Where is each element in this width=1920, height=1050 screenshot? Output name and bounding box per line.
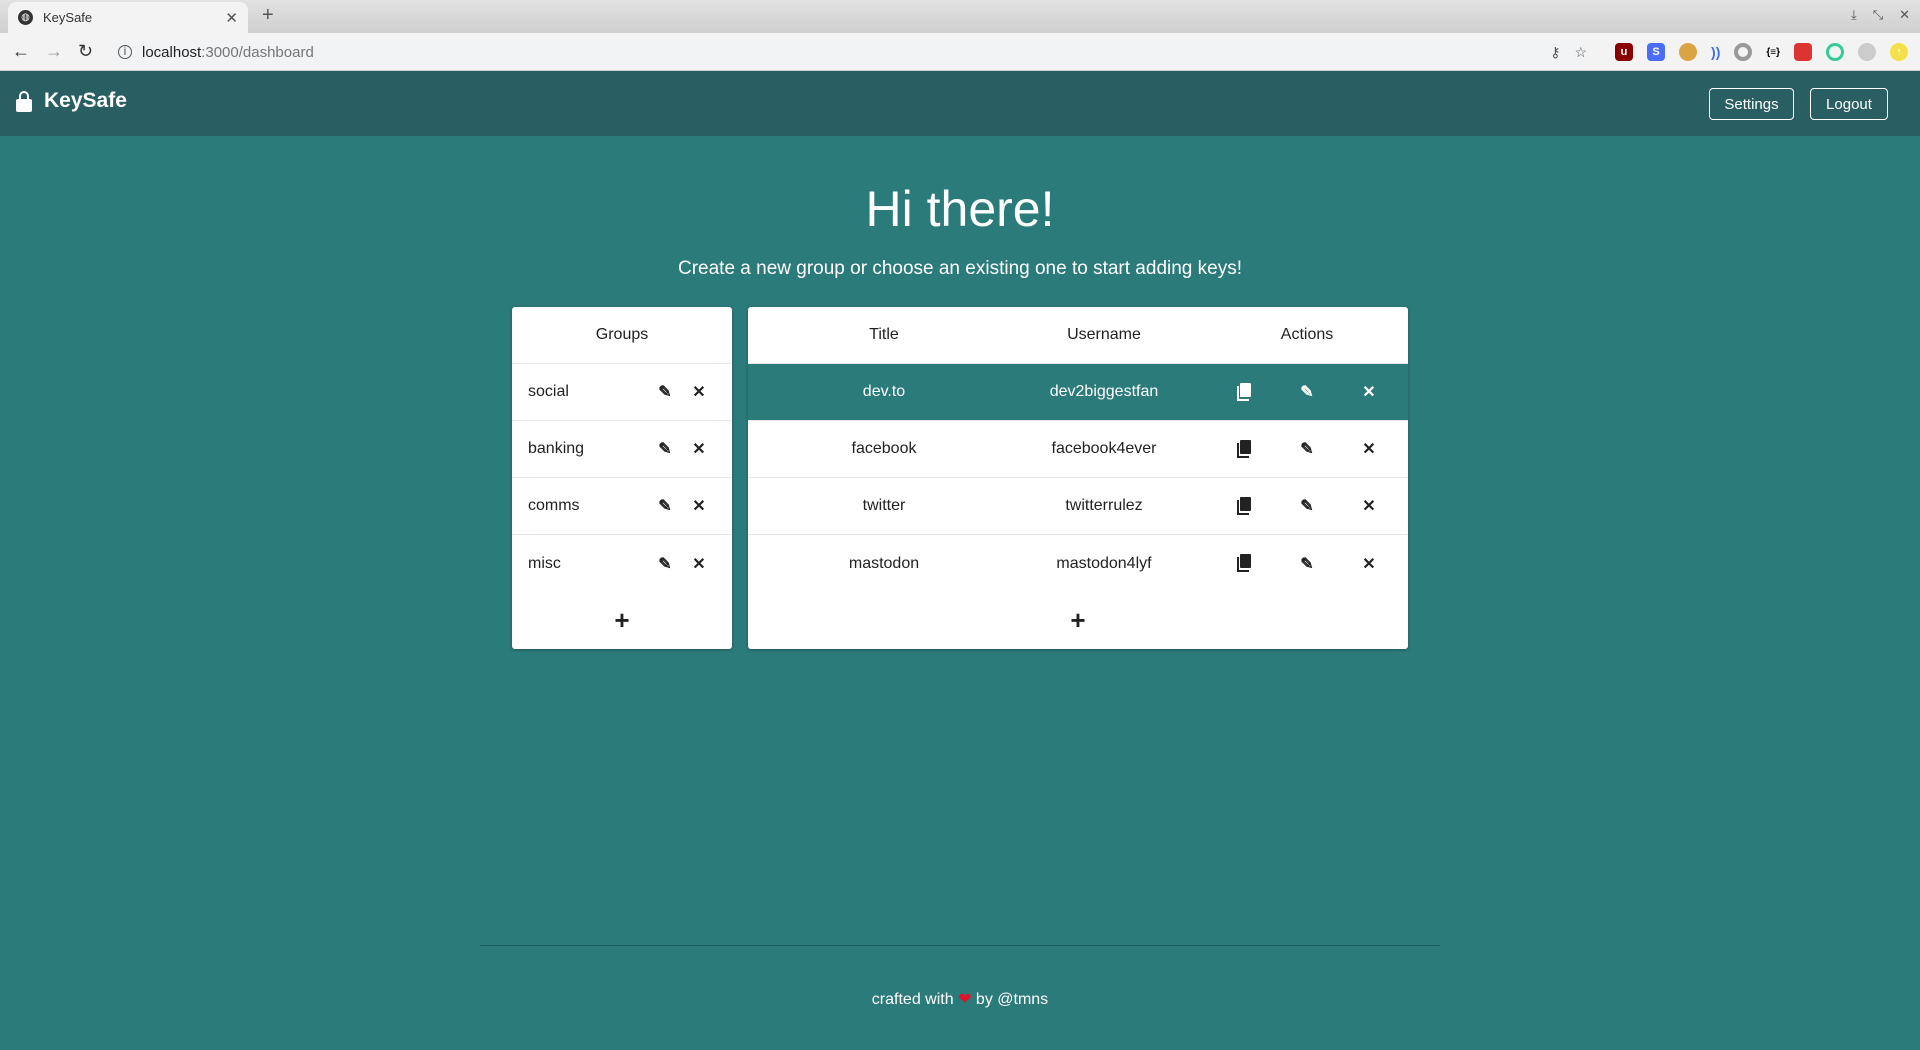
info-icon[interactable]: i bbox=[118, 45, 132, 59]
footer-text: crafted with bbox=[871, 991, 954, 1008]
key-title: twitter bbox=[862, 497, 906, 514]
key-row[interactable]: facebook facebook4ever ✎ ✕ bbox=[748, 421, 1408, 478]
extension-red-icon[interactable] bbox=[1794, 43, 1812, 61]
group-name: banking bbox=[528, 440, 585, 457]
keys-card: Title Username Actions dev.to dev2bigges… bbox=[748, 307, 1408, 649]
lock-icon bbox=[16, 90, 32, 112]
key-username: mastodon4lyf bbox=[1056, 554, 1152, 572]
edit-icon[interactable]: ✎ bbox=[648, 496, 682, 516]
json-icon[interactable]: {≡} bbox=[1766, 47, 1780, 58]
browser-tabbar: ◍ KeySafe ✕ + ⤓ ⤡ ✕ bbox=[0, 0, 1920, 33]
address-bar-area: ← → ↻ i localhost:3000/dashboard ⚷ ☆ u S… bbox=[0, 33, 1920, 71]
copy-icon[interactable] bbox=[1214, 554, 1276, 573]
col-title: Title bbox=[869, 326, 899, 343]
add-key-button[interactable]: + bbox=[748, 592, 1408, 649]
copy-icon[interactable] bbox=[1214, 439, 1276, 459]
keys-header: Title Username Actions bbox=[748, 307, 1408, 364]
col-username: Username bbox=[1067, 326, 1141, 343]
brand[interactable]: KeySafe bbox=[16, 89, 127, 113]
group-item[interactable]: misc ✎ ✕ bbox=[512, 535, 732, 592]
edit-icon[interactable]: ✎ bbox=[1276, 439, 1338, 459]
copy-icon[interactable] bbox=[1214, 496, 1276, 516]
key-username: dev2biggestfan bbox=[1049, 383, 1159, 400]
key-title: mastodon bbox=[848, 554, 920, 572]
star-icon[interactable]: ☆ bbox=[1574, 44, 1587, 61]
edit-icon[interactable]: ✎ bbox=[1276, 554, 1338, 574]
add-group-button[interactable]: + bbox=[512, 592, 732, 649]
new-tab-button[interactable]: + bbox=[262, 4, 274, 27]
edit-icon[interactable]: ✎ bbox=[648, 382, 682, 402]
cookie-icon[interactable] bbox=[1679, 43, 1698, 61]
delete-icon[interactable]: ✕ bbox=[682, 554, 716, 574]
wave-icon[interactable]: )) bbox=[1711, 44, 1720, 60]
edit-icon[interactable]: ✎ bbox=[1276, 496, 1338, 516]
group-name: comms bbox=[528, 497, 580, 514]
footer-author[interactable]: by @tmns bbox=[976, 991, 1048, 1008]
page-title: Hi there! bbox=[865, 181, 1055, 237]
delete-icon[interactable]: ✕ bbox=[1338, 496, 1400, 516]
group-item[interactable]: comms ✎ ✕ bbox=[512, 478, 732, 535]
profile-icon[interactable] bbox=[1858, 43, 1876, 61]
circle-icon[interactable] bbox=[1734, 43, 1753, 61]
delete-icon[interactable]: ✕ bbox=[682, 382, 716, 402]
group-item[interactable]: social ✎ ✕ bbox=[512, 364, 732, 421]
groups-header: Groups bbox=[512, 307, 732, 364]
logout-button[interactable]: Logout bbox=[1810, 88, 1888, 120]
key-title: dev.to bbox=[862, 383, 906, 400]
footer-divider bbox=[480, 945, 1440, 946]
delete-icon[interactable]: ✕ bbox=[1338, 554, 1400, 574]
group-name: misc bbox=[528, 554, 561, 572]
key-username: twitterrulez bbox=[1065, 497, 1143, 514]
footer: crafted with ❤ by @tmns bbox=[0, 989, 1920, 1009]
url-host: localhost bbox=[142, 43, 202, 61]
page-subtitle: Create a new group or choose an existing… bbox=[677, 258, 1242, 279]
close-tab-icon[interactable]: ✕ bbox=[225, 9, 238, 27]
groups-card: Groups social ✎ ✕ banking ✎ ✕ comms ✎ ✕ … bbox=[512, 307, 732, 649]
key-username: facebook4ever bbox=[1051, 440, 1157, 457]
navbar: KeySafe Settings Logout bbox=[0, 71, 1920, 136]
delete-icon[interactable]: ✕ bbox=[1338, 439, 1400, 459]
url-input[interactable]: i localhost:3000/dashboard bbox=[108, 37, 1586, 67]
key-row[interactable]: mastodon mastodon4lyf ✎ ✕ bbox=[748, 535, 1408, 592]
globe-icon: ◍ bbox=[18, 10, 33, 25]
group-item[interactable]: banking ✎ ✕ bbox=[512, 421, 732, 478]
tab-title: KeySafe bbox=[43, 10, 93, 25]
restore-icon[interactable]: ⤡ bbox=[1873, 7, 1883, 23]
brand-name: KeySafe bbox=[44, 89, 127, 112]
col-actions: Actions bbox=[1280, 326, 1334, 343]
minimize-icon[interactable]: ⤓ bbox=[1851, 7, 1857, 23]
extension-s-icon[interactable]: S bbox=[1647, 43, 1666, 61]
delete-icon[interactable]: ✕ bbox=[682, 496, 716, 516]
browser-tab[interactable]: ◍ KeySafe ✕ bbox=[8, 2, 248, 33]
edit-icon[interactable]: ✎ bbox=[1276, 382, 1338, 402]
forward-icon[interactable]: → bbox=[45, 41, 63, 62]
key-icon[interactable]: ⚷ bbox=[1550, 44, 1560, 61]
copy-icon[interactable] bbox=[1214, 382, 1276, 402]
settings-button[interactable]: Settings bbox=[1709, 88, 1794, 120]
edit-icon[interactable]: ✎ bbox=[648, 554, 682, 574]
key-title: facebook bbox=[851, 440, 917, 457]
close-window-icon[interactable]: ✕ bbox=[1899, 7, 1910, 23]
group-name: social bbox=[528, 383, 569, 400]
url-path: :3000/dashboard bbox=[201, 43, 314, 61]
update-icon[interactable]: ↑ bbox=[1890, 43, 1908, 61]
key-row[interactable]: twitter twitterrulez ✎ ✕ bbox=[748, 478, 1408, 535]
ublock-icon[interactable]: u bbox=[1615, 43, 1634, 61]
key-row[interactable]: dev.to dev2biggestfan ✎ ✕ bbox=[748, 364, 1408, 421]
back-icon[interactable]: ← bbox=[12, 41, 30, 62]
target-icon[interactable] bbox=[1826, 43, 1844, 61]
delete-icon[interactable]: ✕ bbox=[1338, 382, 1400, 402]
edit-icon[interactable]: ✎ bbox=[648, 439, 682, 459]
delete-icon[interactable]: ✕ bbox=[682, 439, 716, 459]
heart-icon: ❤ bbox=[958, 991, 972, 1008]
reload-icon[interactable]: ↻ bbox=[78, 41, 93, 62]
